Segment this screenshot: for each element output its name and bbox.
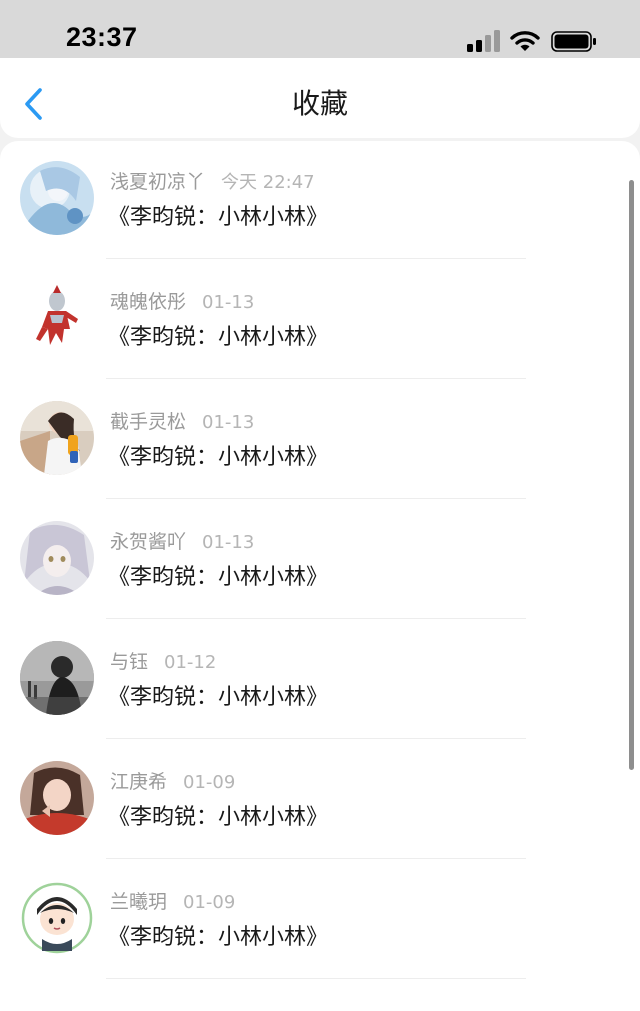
nav-header: 收藏 [0, 58, 640, 138]
battery-icon [551, 31, 597, 52]
item-meta: 永贺酱吖 01-13 [110, 527, 254, 554]
user-name: 江庚希 [110, 771, 168, 793]
divider [106, 738, 526, 739]
divider [106, 858, 526, 859]
list-item[interactable]: 魂魄依彤 01-13 《李昀锐：小林小林》 [0, 261, 640, 381]
item-time: 01-13 [202, 532, 255, 553]
list-item[interactable]: 与钰 01-12 《李昀锐：小林小林》 [0, 621, 640, 741]
status-bar: 23:37 [0, 0, 640, 58]
avatar [20, 281, 94, 355]
user-name: 永贺酱吖 [110, 531, 187, 553]
avatar [20, 161, 94, 235]
item-time: 今天 22:47 [221, 172, 315, 193]
item-title: 《李昀锐：小林小林》 [108, 925, 329, 950]
item-meta: 兰曦玥 01-09 [110, 887, 235, 914]
scrollbar[interactable] [629, 180, 634, 770]
list-item[interactable]: 永贺酱吖 01-13 《李昀锐：小林小林》 [0, 501, 640, 621]
item-title: 《李昀锐：小林小林》 [108, 565, 329, 590]
list-item[interactable]: 兰曦玥 01-09 《李昀锐：小林小林》 [0, 861, 640, 981]
item-time: 01-13 [202, 292, 255, 313]
user-name: 与钰 [110, 651, 149, 673]
user-name: 魂魄依彤 [110, 291, 187, 313]
avatar [20, 521, 94, 595]
item-time: 01-13 [202, 412, 255, 433]
status-time: 23:37 [66, 22, 138, 52]
list-item[interactable]: 江庚希 01-09 《李昀锐：小林小林》 [0, 741, 640, 861]
user-name: 截手灵松 [110, 411, 187, 433]
avatar [20, 641, 94, 715]
cellular-signal-icon [467, 30, 501, 52]
avatar [20, 761, 94, 835]
item-meta: 江庚希 01-09 [110, 767, 235, 794]
item-time: 01-09 [183, 892, 236, 913]
list-item[interactable]: 浅夏初凉丫 今天 22:47 《李昀锐：小林小林》 [0, 141, 640, 261]
divider [106, 258, 526, 259]
item-time: 01-09 [183, 772, 236, 793]
user-name: 浅夏初凉丫 [110, 171, 206, 193]
item-title: 《李昀锐：小林小林》 [108, 445, 329, 470]
wifi-icon [510, 30, 540, 52]
divider [106, 498, 526, 499]
divider [106, 978, 526, 979]
favorites-list: 浅夏初凉丫 今天 22:47 《李昀锐：小林小林》 魂魄依彤 01-13 《李昀锐：… [0, 141, 640, 1011]
avatar [20, 401, 94, 475]
item-title: 《李昀锐：小林小林》 [108, 325, 329, 350]
item-meta: 截手灵松 01-13 [110, 407, 254, 434]
list-item[interactable]: 截手灵松 01-13 《李昀锐：小林小林》 [0, 381, 640, 501]
page-title: 收藏 [291, 87, 348, 120]
user-name: 兰曦玥 [110, 891, 168, 913]
avatar [20, 881, 94, 955]
item-title: 《李昀锐：小林小林》 [108, 685, 329, 710]
divider [106, 618, 526, 619]
item-meta: 浅夏初凉丫 今天 22:47 [110, 167, 315, 194]
item-time: 01-12 [164, 652, 217, 673]
item-meta: 魂魄依彤 01-13 [110, 287, 254, 314]
divider [106, 378, 526, 379]
item-title: 《李昀锐：小林小林》 [108, 805, 329, 830]
item-meta: 与钰 01-12 [110, 647, 216, 674]
item-title: 《李昀锐：小林小林》 [108, 205, 329, 230]
